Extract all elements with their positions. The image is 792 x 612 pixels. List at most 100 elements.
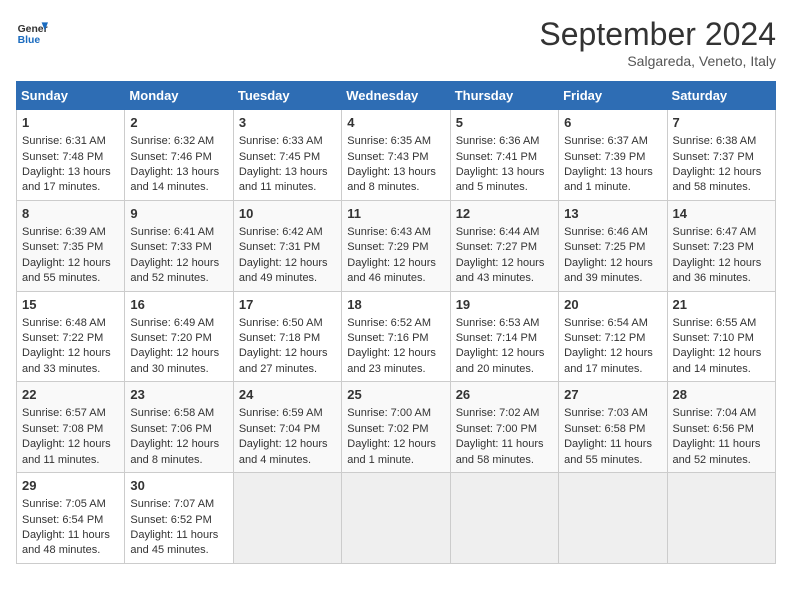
day-cell-24: 24 Sunrise: 6:59 AM Sunset: 7:04 PM Dayligh… xyxy=(233,382,341,473)
daylight-text: Daylight: 13 hours and 5 minutes. xyxy=(456,166,545,193)
daylight-text: Daylight: 12 hours and 8 minutes. xyxy=(130,438,219,465)
sunrise-text: Sunrise: 7:04 AM xyxy=(673,407,757,419)
day-cell-10: 10Sunrise: 6:42 AMSunset: 7:31 PMDayligh… xyxy=(233,200,341,291)
sunset-text: Sunset: 7:10 PM xyxy=(673,332,754,344)
sunrise-text: Sunrise: 6:44 AM xyxy=(456,226,540,238)
sunset-text: Sunset: 7:22 PM xyxy=(22,332,103,344)
day-cell-15: 15Sunrise: 6:48 AMSunset: 7:22 PMDayligh… xyxy=(17,291,125,382)
day-cell-30: 30Sunrise: 7:07 AMSunset: 6:52 PMDayligh… xyxy=(125,473,233,564)
daylight-text: Daylight: 11 hours and 52 minutes. xyxy=(673,438,761,465)
sunrise-text: Sunrise: 6:32 AM xyxy=(130,135,214,147)
sunset-text: Sunset: 6:56 PM xyxy=(673,423,754,435)
sunset-text: Sunset: 7:04 PM xyxy=(239,423,320,435)
empty-cell xyxy=(233,473,341,564)
calendar-week-1: 1Sunrise: 6:31 AMSunset: 7:48 PMDaylight… xyxy=(17,110,776,201)
daylight-text: Daylight: 12 hours and 20 minutes. xyxy=(456,347,545,374)
daylight-text: Daylight: 13 hours and 1 minute. xyxy=(564,166,653,193)
day-number: 1 xyxy=(22,114,119,132)
sunrise-text: Sunrise: 7:03 AM xyxy=(564,407,648,419)
day-number: 13 xyxy=(564,205,661,223)
day-cell-16: 16Sunrise: 6:49 AMSunset: 7:20 PMDayligh… xyxy=(125,291,233,382)
sunrise-text: Sunrise: 6:55 AM xyxy=(673,317,757,329)
day-cell-4: 4Sunrise: 6:35 AMSunset: 7:43 PMDaylight… xyxy=(342,110,450,201)
logo-icon: General Blue xyxy=(16,16,48,48)
daylight-text: Daylight: 11 hours and 58 minutes. xyxy=(456,438,544,465)
daylight-text: Daylight: 12 hours and 36 minutes. xyxy=(673,257,762,284)
sunrise-text: Sunrise: 6:41 AM xyxy=(130,226,214,238)
daylight-text: Daylight: 12 hours and 23 minutes. xyxy=(347,347,436,374)
logo: General Blue xyxy=(16,16,48,48)
day-number: 6 xyxy=(564,114,661,132)
day-number: 26 xyxy=(456,386,553,404)
day-number: 24 xyxy=(239,386,336,404)
daylight-text: Daylight: 11 hours and 48 minutes. xyxy=(22,529,110,556)
day-cell-3: 3Sunrise: 6:33 AMSunset: 7:45 PMDaylight… xyxy=(233,110,341,201)
day-number: 2 xyxy=(130,114,227,132)
daylight-text: Daylight: 12 hours and 4 minutes. xyxy=(239,438,328,465)
month-title: September 2024 xyxy=(539,16,776,53)
col-header-wednesday: Wednesday xyxy=(342,82,450,110)
daylight-text: Daylight: 12 hours and 43 minutes. xyxy=(456,257,545,284)
daylight-text: Daylight: 12 hours and 17 minutes. xyxy=(564,347,653,374)
day-cell-25: 25Sunrise: 7:00 AMSunset: 7:02 PMDayligh… xyxy=(342,382,450,473)
sunrise-text: Sunrise: 6:50 AM xyxy=(239,317,323,329)
daylight-text: Daylight: 12 hours and 30 minutes. xyxy=(130,347,219,374)
day-cell-22: 22Sunrise: 6:57 AMSunset: 7:08 PMDayligh… xyxy=(17,382,125,473)
sunset-text: Sunset: 6:54 PM xyxy=(22,514,103,526)
day-cell-21: 21Sunrise: 6:55 AMSunset: 7:10 PMDayligh… xyxy=(667,291,775,382)
calendar-week-5: 29Sunrise: 7:05 AMSunset: 6:54 PMDayligh… xyxy=(17,473,776,564)
col-header-saturday: Saturday xyxy=(667,82,775,110)
day-cell-2: 2Sunrise: 6:32 AMSunset: 7:46 PMDaylight… xyxy=(125,110,233,201)
sunrise-text: Sunrise: 6:31 AM xyxy=(22,135,106,147)
daylight-text: Daylight: 12 hours and 11 minutes. xyxy=(22,438,111,465)
day-number: 12 xyxy=(456,205,553,223)
sunset-text: Sunset: 7:29 PM xyxy=(347,241,428,253)
daylight-text: Daylight: 12 hours and 27 minutes. xyxy=(239,347,328,374)
sunrise-text: Sunrise: 6:54 AM xyxy=(564,317,648,329)
day-cell-6: 6Sunrise: 6:37 AMSunset: 7:39 PMDaylight… xyxy=(559,110,667,201)
sunset-text: Sunset: 7:41 PM xyxy=(456,151,537,163)
day-cell-12: 12 Sunrise: 6:44 AM Sunset: 7:27 PM Dayligh… xyxy=(450,200,558,291)
sunset-text: Sunset: 7:39 PM xyxy=(564,151,645,163)
day-number: 20 xyxy=(564,296,661,314)
daylight-text: Daylight: 13 hours and 11 minutes. xyxy=(239,166,328,193)
sunset-text: Sunset: 7:08 PM xyxy=(22,423,103,435)
sunrise-text: Sunrise: 6:49 AM xyxy=(130,317,214,329)
sunrise-text: Sunrise: 6:33 AM xyxy=(239,135,323,147)
day-cell-17: 17 Sunrise: 6:50 AM Sunset: 7:18 PM Dayligh… xyxy=(233,291,341,382)
sunrise-text: Sunrise: 6:59 AM xyxy=(239,407,323,419)
sunrise-text: Sunrise: 6:35 AM xyxy=(347,135,431,147)
day-cell-28: 28 Sunrise: 7:04 AM Sunset: 6:56 PM Dayligh… xyxy=(667,382,775,473)
empty-cell xyxy=(342,473,450,564)
sunrise-text: Sunrise: 6:58 AM xyxy=(130,407,214,419)
day-number: 22 xyxy=(22,386,119,404)
sunset-text: Sunset: 7:06 PM xyxy=(130,423,211,435)
sunset-text: Sunset: 7:18 PM xyxy=(239,332,320,344)
daylight-text: Daylight: 12 hours and 52 minutes. xyxy=(130,257,219,284)
day-cell-7: 7Sunrise: 6:38 AMSunset: 7:37 PMDaylight… xyxy=(667,110,775,201)
daylight-text: Daylight: 12 hours and 55 minutes. xyxy=(22,257,111,284)
sunrise-text: Sunrise: 6:43 AM xyxy=(347,226,431,238)
day-number: 14 xyxy=(673,205,770,223)
day-number: 23 xyxy=(130,386,227,404)
day-cell-5: 5Sunrise: 6:36 AMSunset: 7:41 PMDaylight… xyxy=(450,110,558,201)
daylight-text: Daylight: 11 hours and 55 minutes. xyxy=(564,438,652,465)
sunset-text: Sunset: 7:45 PM xyxy=(239,151,320,163)
daylight-text: Daylight: 12 hours and 46 minutes. xyxy=(347,257,436,284)
day-cell-20: 20Sunrise: 6:54 AMSunset: 7:12 PMDayligh… xyxy=(559,291,667,382)
day-cell-19: 19Sunrise: 6:53 AMSunset: 7:14 PMDayligh… xyxy=(450,291,558,382)
day-number: 17 xyxy=(239,296,336,314)
sunset-text: Sunset: 7:14 PM xyxy=(456,332,537,344)
day-number: 19 xyxy=(456,296,553,314)
sunset-text: Sunset: 7:25 PM xyxy=(564,241,645,253)
empty-cell xyxy=(559,473,667,564)
sunrise-text: Sunrise: 6:42 AM xyxy=(239,226,323,238)
empty-cell xyxy=(667,473,775,564)
page-header: General Blue September 2024 Salgareda, V… xyxy=(16,16,776,69)
col-header-friday: Friday xyxy=(559,82,667,110)
sunset-text: Sunset: 7:27 PM xyxy=(456,241,537,253)
day-cell-14: 14Sunrise: 6:47 AMSunset: 7:23 PMDayligh… xyxy=(667,200,775,291)
day-number: 28 xyxy=(673,386,770,404)
day-number: 30 xyxy=(130,477,227,495)
sunrise-text: Sunrise: 6:36 AM xyxy=(456,135,540,147)
